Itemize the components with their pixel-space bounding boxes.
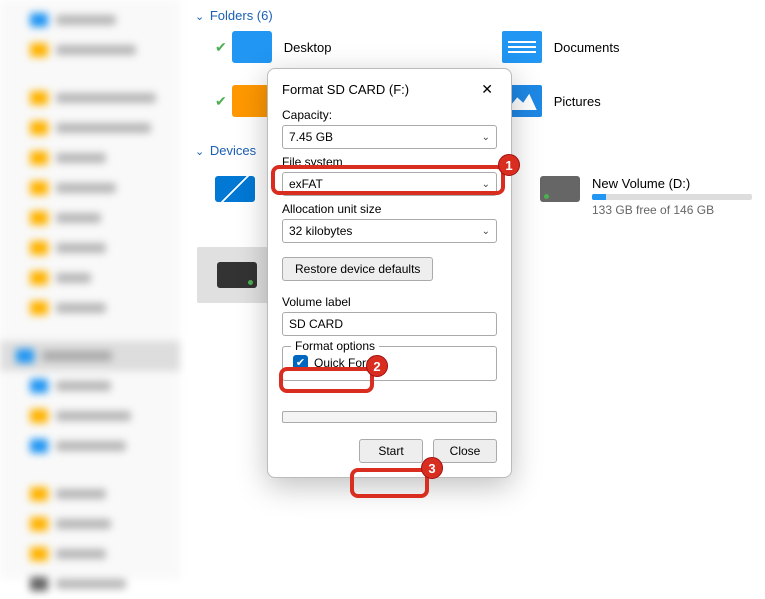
annotation-badge-3: 3 xyxy=(421,457,443,479)
format-options-legend: Format options xyxy=(291,339,379,353)
chevron-down-icon: ⌄ xyxy=(482,226,490,237)
start-button[interactable]: Start xyxy=(359,439,423,463)
quick-format-checkbox[interactable]: ✔ xyxy=(293,355,308,370)
windows-drive-icon xyxy=(215,176,255,202)
volume-label-input[interactable]: SD CARD xyxy=(282,312,497,336)
volume-label-label: Volume label xyxy=(282,295,497,309)
hdd-icon xyxy=(540,176,580,202)
sd-drive-icon xyxy=(217,262,257,288)
sync-check-icon: ✔ xyxy=(215,39,227,56)
close-button[interactable]: Close xyxy=(433,439,497,463)
close-icon[interactable]: ✕ xyxy=(477,79,497,100)
folder-desktop[interactable]: Desktop xyxy=(232,31,452,63)
folder-pictures[interactable]: Pictures xyxy=(502,85,722,117)
devices-header-label: Devices xyxy=(210,143,256,158)
folder-documents[interactable]: Documents xyxy=(502,31,722,63)
drive-freespace: 133 GB free of 146 GB xyxy=(592,203,752,217)
volume-label-value: SD CARD xyxy=(289,317,343,331)
restore-defaults-button[interactable]: Restore device defaults xyxy=(282,257,433,281)
drive-windows[interactable] xyxy=(215,176,260,217)
navigation-sidebar xyxy=(0,0,180,579)
drive-usage-bar xyxy=(592,194,752,200)
drive-name: New Volume (D:) xyxy=(592,176,752,191)
folder-icon xyxy=(232,31,272,63)
chevron-down-icon: ⌄ xyxy=(482,132,490,143)
chevron-down-icon: ⌄ xyxy=(195,11,204,23)
folder-label: Documents xyxy=(554,40,620,55)
filesystem-label: File system xyxy=(282,155,497,169)
folder-label: Pictures xyxy=(554,94,601,109)
allocation-select[interactable]: 32 kilobytes ⌄ xyxy=(282,219,497,243)
format-progress-bar xyxy=(282,411,497,423)
annotation-badge-2: 2 xyxy=(366,355,388,377)
dialog-title: Format SD CARD (F:) xyxy=(282,82,409,97)
filesystem-value: exFAT xyxy=(289,177,323,191)
format-dialog: Format SD CARD (F:) ✕ Capacity: 7.45 GB … xyxy=(267,68,512,478)
chevron-down-icon: ⌄ xyxy=(195,146,204,158)
documents-icon xyxy=(502,31,542,63)
allocation-value: 32 kilobytes xyxy=(289,224,352,238)
folder-label: Desktop xyxy=(284,40,332,55)
filesystem-select[interactable]: exFAT ⌄ xyxy=(282,172,497,196)
annotation-badge-1: 1 xyxy=(498,154,520,176)
allocation-label: Allocation unit size xyxy=(282,202,497,216)
drive-new-volume[interactable]: New Volume (D:) 133 GB free of 146 GB xyxy=(540,176,765,217)
chevron-down-icon: ⌄ xyxy=(482,179,490,190)
folders-header-label: Folders (6) xyxy=(210,8,273,23)
capacity-value: 7.45 GB xyxy=(289,130,333,144)
capacity-select[interactable]: 7.45 GB ⌄ xyxy=(282,125,497,149)
folder-icon xyxy=(232,85,272,117)
folders-section-header[interactable]: ⌄ Folders (6) xyxy=(195,0,765,31)
sync-check-icon: ✔ xyxy=(215,93,227,110)
format-options-group: Format options ✔ Quick Format xyxy=(282,346,497,381)
capacity-label: Capacity: xyxy=(282,108,497,122)
